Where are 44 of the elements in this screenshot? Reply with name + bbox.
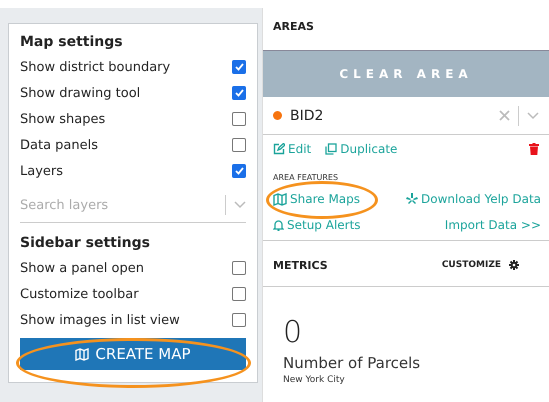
section-title: METRICS <box>273 258 328 272</box>
checkbox[interactable] <box>232 60 246 74</box>
checkbox[interactable] <box>232 261 246 275</box>
edit-link[interactable]: Edit <box>273 142 312 156</box>
feature-link[interactable]: Download Yelp Data <box>406 192 541 206</box>
option-label: Show shapes <box>20 112 106 126</box>
section-heading: Map settings <box>20 34 124 50</box>
area-name: BID2 <box>290 108 324 124</box>
feature-link[interactable]: Import Data >> <box>444 218 541 232</box>
checkbox[interactable] <box>232 138 246 152</box>
settings-icon[interactable] <box>509 260 519 270</box>
duplicate-link[interactable]: Duplicate <box>325 142 398 156</box>
clear-area-button[interactable]: CLEAR AREA <box>263 50 549 97</box>
map-icon <box>273 192 287 206</box>
section-heading: Sidebar settings <box>20 235 151 251</box>
search-field[interactable]: Search layers <box>20 198 217 212</box>
checkbox[interactable] <box>232 164 246 178</box>
features-label: AREA FEATURES <box>272 172 340 184</box>
copy-icon <box>325 143 338 155</box>
burst-icon <box>406 193 418 205</box>
feature-link[interactable]: Share Maps <box>273 192 406 206</box>
option-label: Show district boundary <box>20 60 170 74</box>
edit-icon <box>273 143 285 155</box>
trash-icon[interactable] <box>529 143 539 155</box>
feature-link[interactable]: Setup Alerts <box>273 218 406 232</box>
checkbox[interactable] <box>232 112 246 126</box>
section-title: AREAS <box>272 19 315 35</box>
customize-button[interactable]: CUSTOMIZE <box>442 260 501 270</box>
checkbox[interactable] <box>232 313 246 327</box>
checkbox[interactable] <box>232 86 246 100</box>
option-label: Show drawing tool <box>20 86 140 100</box>
option-label: Layers <box>20 164 64 178</box>
metric-label: Number of Parcels <box>282 353 422 372</box>
create-map-button[interactable]: CREATE MAP <box>20 338 246 370</box>
metric-value: 0 <box>282 314 304 350</box>
option-label: Customize toolbar <box>20 286 139 302</box>
metric-sublabel: New York City <box>282 374 346 387</box>
map-icon <box>75 348 90 360</box>
option-label: Data panels <box>20 138 98 152</box>
chevron-down-icon <box>234 201 246 209</box>
option-label: Show a panel open <box>20 260 144 276</box>
option-label: Show images in list view <box>20 312 180 328</box>
checkbox[interactable] <box>232 287 246 301</box>
bell-icon <box>273 219 284 231</box>
